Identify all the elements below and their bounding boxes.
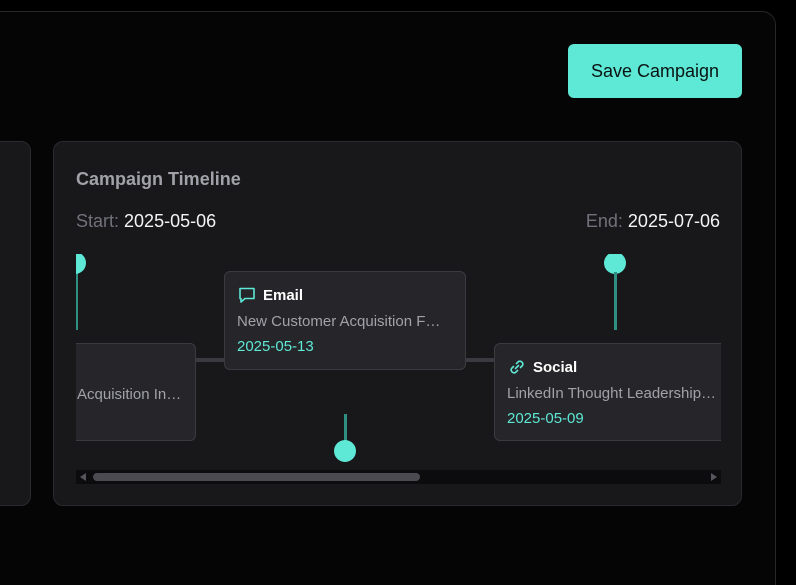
event-header: Email bbox=[237, 284, 453, 306]
event-name: Acquisition In… bbox=[77, 386, 182, 403]
start-date: 2025-05-06 bbox=[124, 211, 217, 231]
event-name: LinkedIn Thought Leadership… bbox=[507, 385, 717, 402]
event-type: Social bbox=[533, 358, 578, 376]
left-side-card bbox=[0, 141, 31, 506]
timeline-end: End: 2025-07-06 bbox=[586, 211, 720, 232]
event-header: Social bbox=[507, 356, 721, 378]
event-name: New Customer Acquisition F… bbox=[237, 313, 441, 330]
scroll-right-arrow-icon[interactable] bbox=[711, 473, 717, 481]
event-date: 2025-05-09 bbox=[507, 410, 584, 427]
timeline-track[interactable]: Acquisition In… Email New Customer Acqui… bbox=[76, 254, 721, 484]
timeline-marker[interactable] bbox=[76, 254, 86, 274]
timeline-event-card[interactable]: Social LinkedIn Thought Leadership… 2025… bbox=[494, 343, 721, 441]
event-date: 2025-05-13 bbox=[237, 338, 314, 355]
event-type: Email bbox=[263, 286, 304, 304]
scroll-left-arrow-icon[interactable] bbox=[80, 473, 86, 481]
timeline-marker[interactable] bbox=[604, 254, 626, 274]
timeline-event-card[interactable]: Acquisition In… bbox=[76, 343, 196, 441]
chat-bubble-icon bbox=[237, 285, 257, 305]
timeline-start: Start: 2025-05-06 bbox=[76, 211, 216, 232]
timeline-marker[interactable] bbox=[334, 440, 356, 462]
timeline-stem bbox=[614, 272, 617, 330]
campaign-timeline-card: Campaign Timeline Start: 2025-05-06 End:… bbox=[53, 141, 742, 506]
timeline-event-card[interactable]: Email New Customer Acquisition F… 2025-0… bbox=[224, 271, 466, 370]
end-label: End: bbox=[585, 211, 623, 231]
timeline-title: Campaign Timeline bbox=[76, 169, 241, 189]
save-campaign-button[interactable]: Save Campaign bbox=[568, 44, 742, 98]
start-label: Start: bbox=[76, 211, 120, 231]
link-icon bbox=[507, 357, 527, 377]
horizontal-scrollbar[interactable] bbox=[76, 470, 721, 484]
end-date: 2025-07-06 bbox=[627, 211, 720, 231]
scrollbar-thumb[interactable] bbox=[93, 473, 420, 481]
